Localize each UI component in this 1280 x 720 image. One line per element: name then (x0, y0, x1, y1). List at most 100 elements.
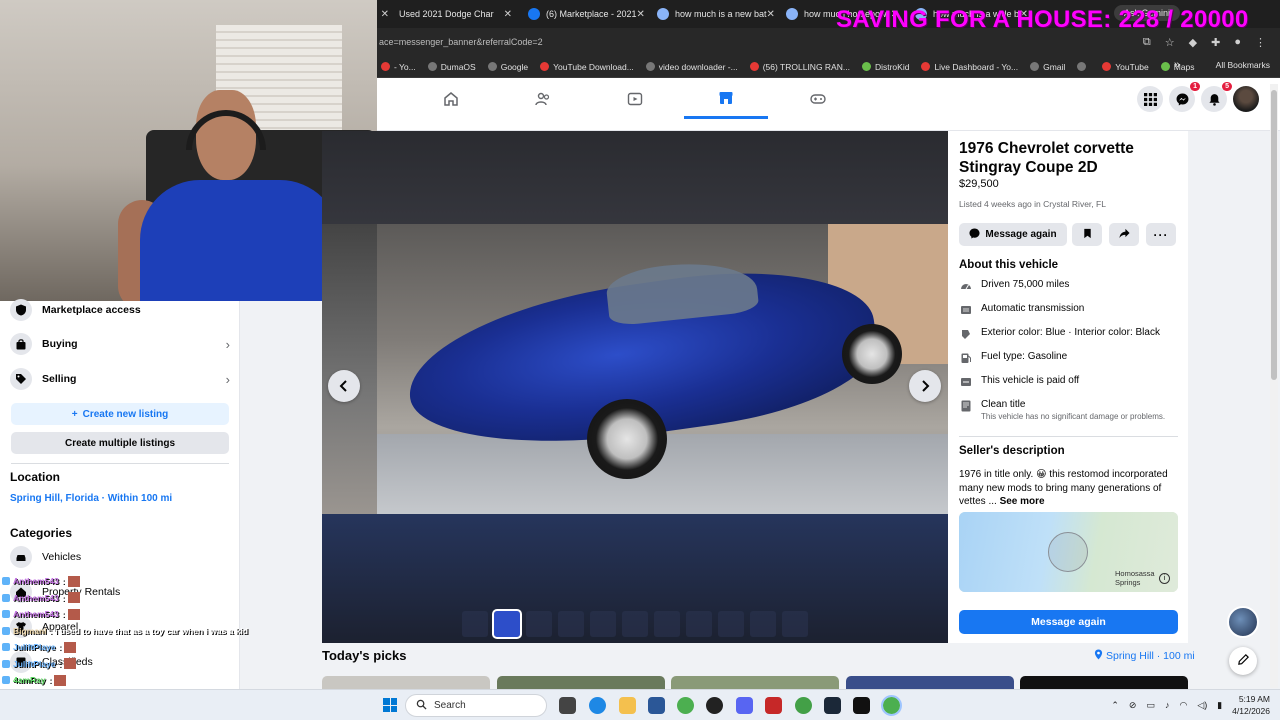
photo-thumbnail[interactable] (462, 611, 488, 637)
sidebar-item-vehicles[interactable]: Vehicles (10, 542, 230, 572)
browser-tab[interactable]: how much is a new bat ✕ (649, 0, 778, 28)
close-icon[interactable]: ✕ (767, 9, 775, 20)
more-options-button[interactable]: ··· (1146, 223, 1176, 246)
network-icon[interactable]: ⊘ (1129, 700, 1137, 711)
more-bookmarks-icon[interactable]: » (1174, 59, 1180, 71)
location-map[interactable]: Homosassa Springs i (959, 512, 1178, 592)
close-icon[interactable]: ✕ (381, 9, 389, 20)
profile-icon[interactable]: ● (1234, 36, 1241, 49)
next-photo-button[interactable] (909, 370, 941, 402)
menu-icon[interactable]: ⋮ (1255, 36, 1266, 49)
photo-thumbnail[interactable] (492, 609, 522, 639)
star-icon[interactable]: ☆ (1165, 36, 1175, 49)
wifi-icon[interactable]: ◠ (1179, 700, 1187, 711)
bookmark-favicon-icon (749, 62, 759, 71)
extension-icon[interactable]: ◆ (1189, 36, 1197, 49)
bookmark-item[interactable]: - Yo... (381, 62, 416, 72)
bookmark-item[interactable] (1077, 62, 1090, 71)
tab-close-partial[interactable]: ✕ (377, 0, 391, 28)
bookmark-item[interactable]: Live Dashboard - Yo... (921, 62, 1018, 72)
message-again-primary-button[interactable]: Message again (959, 610, 1178, 634)
windows-start-icon[interactable] (383, 698, 397, 712)
scrollbar-thumb[interactable] (1271, 90, 1277, 380)
acrobat-icon[interactable] (765, 697, 782, 714)
gaming-icon[interactable] (776, 79, 860, 119)
volume-icon[interactable]: ◁) (1197, 700, 1207, 711)
task-view-icon[interactable] (559, 697, 576, 714)
bookmark-item[interactable]: (56) TROLLING RAN... (749, 62, 850, 72)
photo-thumbnail[interactable] (622, 611, 648, 637)
messenger-icon[interactable]: 1 (1169, 82, 1200, 112)
see-more-link[interactable]: See more (1000, 496, 1045, 507)
chrome-icon[interactable] (677, 697, 694, 714)
share-button[interactable] (1109, 223, 1139, 246)
photo-thumbnail[interactable] (782, 611, 808, 637)
photo-thumbnail[interactable] (558, 611, 584, 637)
chrome-icon[interactable] (795, 697, 812, 714)
app-icon[interactable] (853, 697, 870, 714)
phone-icon[interactable]: ▭ (1146, 700, 1155, 711)
previous-photo-button[interactable] (328, 370, 360, 402)
chat-separator: : (61, 609, 65, 620)
bookmark-item[interactable]: DumaOS (427, 62, 476, 72)
url-text[interactable]: ace=messenger_banner&referralCode=2 (377, 37, 543, 47)
page-scrollbar[interactable] (1270, 84, 1278, 688)
notifications-icon[interactable]: 5 (1201, 82, 1232, 112)
pick-card[interactable] (671, 676, 839, 689)
photo-thumbnail[interactable] (654, 611, 680, 637)
info-icon[interactable]: i (1159, 573, 1170, 584)
taskbar-search[interactable]: Search (405, 694, 547, 717)
floating-chat-avatar[interactable] (1227, 606, 1259, 638)
chevron-up-icon[interactable]: ⌃ (1111, 700, 1119, 711)
menu-grid-icon[interactable] (1137, 86, 1163, 112)
pick-card[interactable] (322, 676, 490, 689)
listing-main-photo[interactable] (377, 224, 948, 514)
bookmark-item[interactable]: Gmail (1030, 62, 1065, 72)
store-icon[interactable] (648, 697, 665, 714)
friends-icon[interactable] (501, 79, 585, 119)
puzzle-icon[interactable]: ✚ (1211, 36, 1220, 49)
pick-card[interactable] (846, 676, 1014, 689)
home-icon[interactable] (409, 79, 493, 119)
sidebar-item-marketplace-access[interactable]: Marketplace access (10, 295, 230, 325)
todays-picks-location[interactable]: Spring Hill · 100 mi (1094, 649, 1195, 663)
microphone-icon[interactable]: ♪ (1165, 700, 1170, 710)
clock[interactable]: 5:19 AM 4/12/2026 (1232, 693, 1270, 717)
marketplace-icon[interactable] (684, 79, 768, 119)
photo-thumbnail[interactable] (718, 611, 744, 637)
bookmark-item[interactable]: video downloader -... (645, 62, 738, 72)
close-icon[interactable]: ✕ (637, 9, 645, 20)
profile-avatar[interactable] (1233, 86, 1259, 112)
create-new-listing-button[interactable]: + Create new listing (11, 403, 229, 425)
steam-icon[interactable] (824, 697, 841, 714)
all-bookmarks-link[interactable]: All Bookmarks (1216, 60, 1270, 70)
battery-icon[interactable]: ▮ (1217, 700, 1222, 711)
bookmark-item[interactable]: Google (487, 62, 528, 72)
pick-card[interactable] (497, 676, 665, 689)
install-icon[interactable]: ⧉ (1143, 36, 1151, 49)
file-explorer-icon[interactable] (619, 697, 636, 714)
photo-thumbnail[interactable] (750, 611, 776, 637)
bookmark-item[interactable]: YouTube (1102, 62, 1149, 72)
message-again-button[interactable]: Message again (959, 223, 1067, 246)
bookmark-item[interactable]: YouTube Download... (540, 62, 634, 72)
location-filter-link[interactable]: Spring Hill, Florida · Within 100 mi (10, 493, 172, 504)
obs-icon[interactable] (706, 697, 723, 714)
close-icon[interactable]: ✕ (504, 9, 512, 20)
photo-thumbnail[interactable] (590, 611, 616, 637)
chrome-active-icon[interactable] (881, 695, 902, 716)
discord-icon[interactable] (736, 697, 753, 714)
browser-tab[interactable]: (6) Marketplace - 2021 ✕ (520, 0, 649, 28)
pick-card[interactable] (1020, 676, 1188, 689)
create-multiple-listings-button[interactable]: Create multiple listings (11, 432, 229, 454)
photo-thumbnail[interactable] (686, 611, 712, 637)
bookmark-item[interactable]: DistroKid (861, 62, 909, 72)
new-message-button[interactable] (1229, 647, 1257, 675)
photo-thumbnail[interactable] (526, 611, 552, 637)
sidebar-item-buying[interactable]: Buying › (10, 329, 230, 359)
save-button[interactable] (1072, 223, 1102, 246)
video-icon[interactable] (593, 79, 677, 119)
edge-icon[interactable] (589, 697, 606, 714)
browser-tab[interactable]: Used 2021 Dodge Char ✕ (391, 0, 520, 28)
sidebar-item-selling[interactable]: Selling › (10, 364, 230, 394)
